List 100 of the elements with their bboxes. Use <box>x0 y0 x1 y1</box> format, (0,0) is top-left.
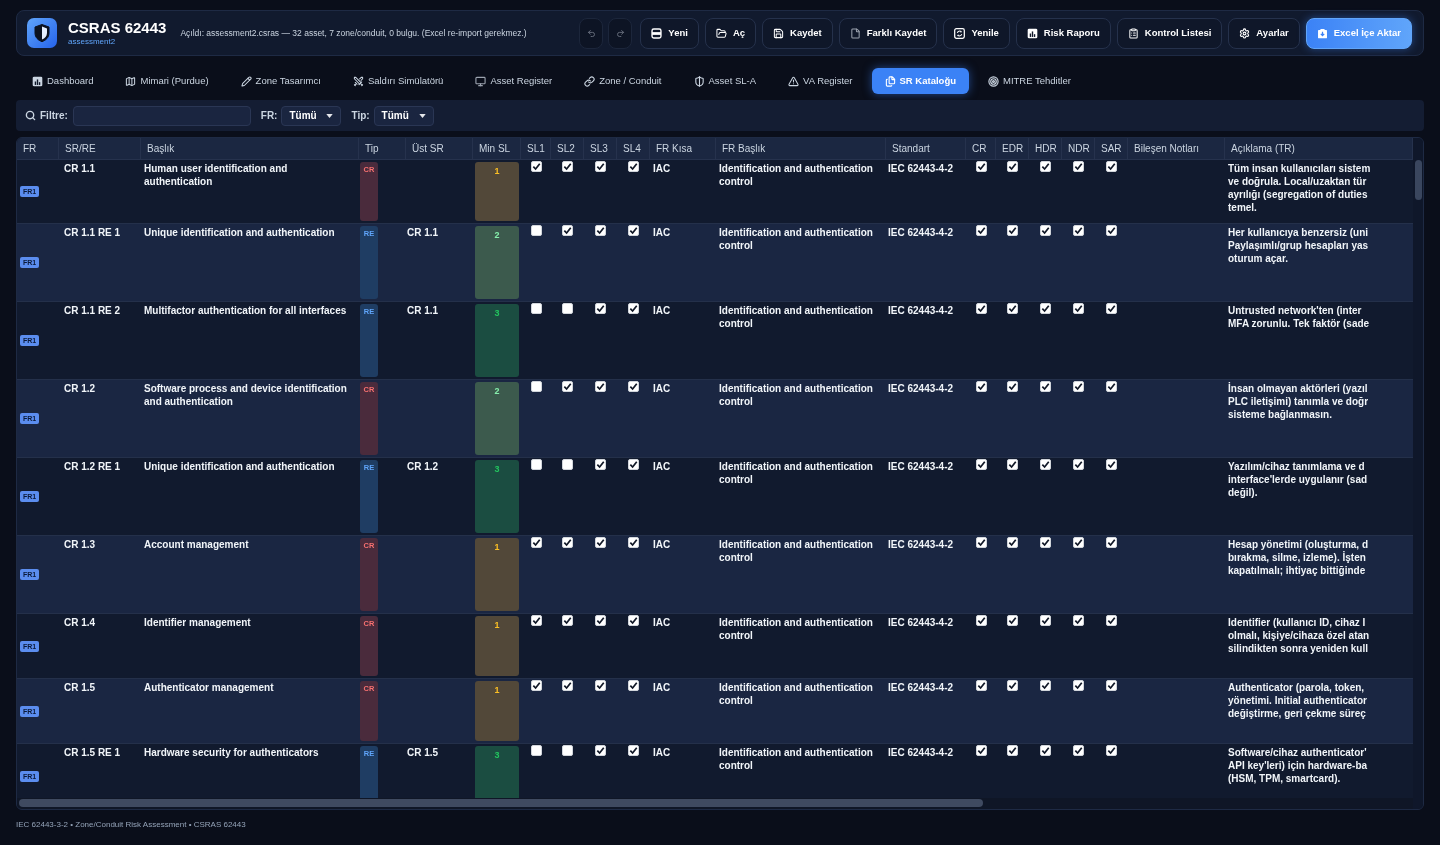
checkbox[interactable] <box>1040 615 1051 626</box>
nav-tab[interactable]: Asset Register <box>462 68 566 94</box>
checkbox[interactable] <box>1007 680 1018 691</box>
checkbox[interactable] <box>1007 381 1018 392</box>
checkbox[interactable] <box>595 381 606 392</box>
checkbox[interactable] <box>562 225 573 236</box>
checkbox[interactable] <box>1106 161 1117 172</box>
checkbox[interactable] <box>628 225 639 236</box>
checkbox[interactable] <box>595 537 606 548</box>
checkbox[interactable] <box>1073 225 1084 236</box>
nav-tab[interactable]: SR Kataloğu <box>871 68 969 94</box>
fr-title: Identification and authentication control <box>719 163 873 187</box>
checkbox[interactable] <box>1106 303 1117 314</box>
checkbox[interactable] <box>595 225 606 236</box>
checkbox[interactable] <box>595 459 606 470</box>
checkbox[interactable] <box>1073 745 1084 756</box>
checkbox[interactable] <box>1073 459 1084 470</box>
checkbox[interactable] <box>595 615 606 626</box>
checkbox[interactable] <box>1106 225 1117 236</box>
check-icon <box>596 304 605 313</box>
min-sl-badge: 1 <box>475 162 519 221</box>
link-icon <box>584 75 596 87</box>
checkbox[interactable] <box>1007 459 1018 470</box>
checkbox[interactable] <box>1040 161 1051 172</box>
checkbox[interactable] <box>1040 680 1051 691</box>
sr-id: CR 1.5 RE 1 <box>64 747 121 758</box>
checkbox[interactable] <box>562 537 573 548</box>
checkbox[interactable] <box>562 381 573 392</box>
min-sl-badge: 2 <box>475 226 519 299</box>
checkbox[interactable] <box>1040 745 1051 756</box>
checkbox[interactable] <box>1040 303 1051 314</box>
toolbar-button[interactable]: Yeni <box>640 17 699 49</box>
checkbox[interactable] <box>1007 745 1018 756</box>
folder-icon <box>715 27 727 39</box>
checkbox[interactable] <box>595 303 606 314</box>
vertical-scrollbar[interactable] <box>1413 138 1423 809</box>
checkbox[interactable] <box>1106 615 1117 626</box>
nav-tab[interactable]: Mimari (Purdue) <box>112 68 222 94</box>
checkbox[interactable] <box>562 680 573 691</box>
filter-input[interactable] <box>72 105 251 126</box>
check-icon <box>976 382 986 391</box>
checkbox[interactable] <box>628 303 639 314</box>
toolbar-button[interactable]: Yenile <box>943 17 1010 49</box>
checkbox[interactable] <box>595 745 606 756</box>
checkbox[interactable] <box>1106 745 1117 756</box>
checkbox[interactable] <box>1007 161 1018 172</box>
checkbox[interactable] <box>1106 381 1117 392</box>
nav-tab[interactable]: VA Register <box>775 68 866 94</box>
filter-select[interactable]: Tümü <box>373 105 434 126</box>
filter-label: Tip: <box>351 109 370 123</box>
checkbox[interactable] <box>1073 161 1084 172</box>
checkbox[interactable] <box>1106 537 1117 548</box>
toolbar-button[interactable]: Risk Raporu <box>1015 17 1111 49</box>
toolbar-button[interactable]: Ayarlar <box>1228 17 1300 49</box>
check-icon <box>1107 382 1116 391</box>
checkbox[interactable] <box>1040 459 1051 470</box>
nav-tab[interactable]: Dashboard <box>19 68 107 94</box>
checkbox[interactable] <box>1106 680 1117 691</box>
checkbox[interactable] <box>1007 225 1018 236</box>
checkbox[interactable] <box>595 680 606 691</box>
check-icon <box>1107 162 1116 171</box>
standard: IEC 62443-4-2 <box>888 305 954 316</box>
requirement-title: Identifier management <box>144 617 251 628</box>
checkbox[interactable] <box>1040 381 1051 392</box>
checkbox[interactable] <box>1040 225 1051 236</box>
checkbox[interactable] <box>628 459 639 470</box>
checkbox[interactable] <box>1106 459 1117 470</box>
nav-tab[interactable]: Zone Tasarımcı <box>227 68 334 94</box>
check-icon <box>1074 681 1083 690</box>
checkbox[interactable] <box>1073 680 1084 691</box>
checkbox[interactable] <box>628 161 639 172</box>
fr-short: IAC <box>653 617 671 628</box>
checkbox[interactable] <box>628 537 639 548</box>
toolbar-button[interactable]: Aç <box>704 17 757 49</box>
nav-tab[interactable]: Saldırı Simülatörü <box>339 68 457 94</box>
nav-tab[interactable]: Asset SL-A <box>680 68 770 94</box>
nav-tab[interactable]: MITRE Tehditler <box>975 68 1084 94</box>
checkbox[interactable] <box>628 381 639 392</box>
filter-select[interactable]: Tümü <box>281 105 342 126</box>
checkbox[interactable] <box>1007 303 1018 314</box>
checkbox[interactable] <box>1073 381 1084 392</box>
app-title: CSRAS 62443 <box>68 19 167 37</box>
checkbox[interactable] <box>628 615 639 626</box>
toolbar-button[interactable]: Kontrol Listesi <box>1116 17 1223 49</box>
standard: IEC 62443-4-2 <box>888 163 954 174</box>
checkbox[interactable] <box>562 615 573 626</box>
toolbar-button[interactable]: Farklı Kaydet <box>838 17 938 49</box>
checkbox[interactable] <box>562 161 573 172</box>
checkbox[interactable] <box>1007 537 1018 548</box>
checkbox[interactable] <box>1007 615 1018 626</box>
toolbar-button[interactable]: Kaydet <box>762 17 833 49</box>
checkbox[interactable] <box>628 680 639 691</box>
checkbox[interactable] <box>1073 303 1084 314</box>
checkbox[interactable] <box>1040 537 1051 548</box>
check-icon <box>563 616 572 625</box>
nav-tab[interactable]: Zone / Conduit <box>571 68 675 94</box>
checkbox[interactable] <box>628 745 639 756</box>
checkbox[interactable] <box>595 161 606 172</box>
checkbox[interactable] <box>1073 537 1084 548</box>
checkbox[interactable] <box>1073 615 1084 626</box>
